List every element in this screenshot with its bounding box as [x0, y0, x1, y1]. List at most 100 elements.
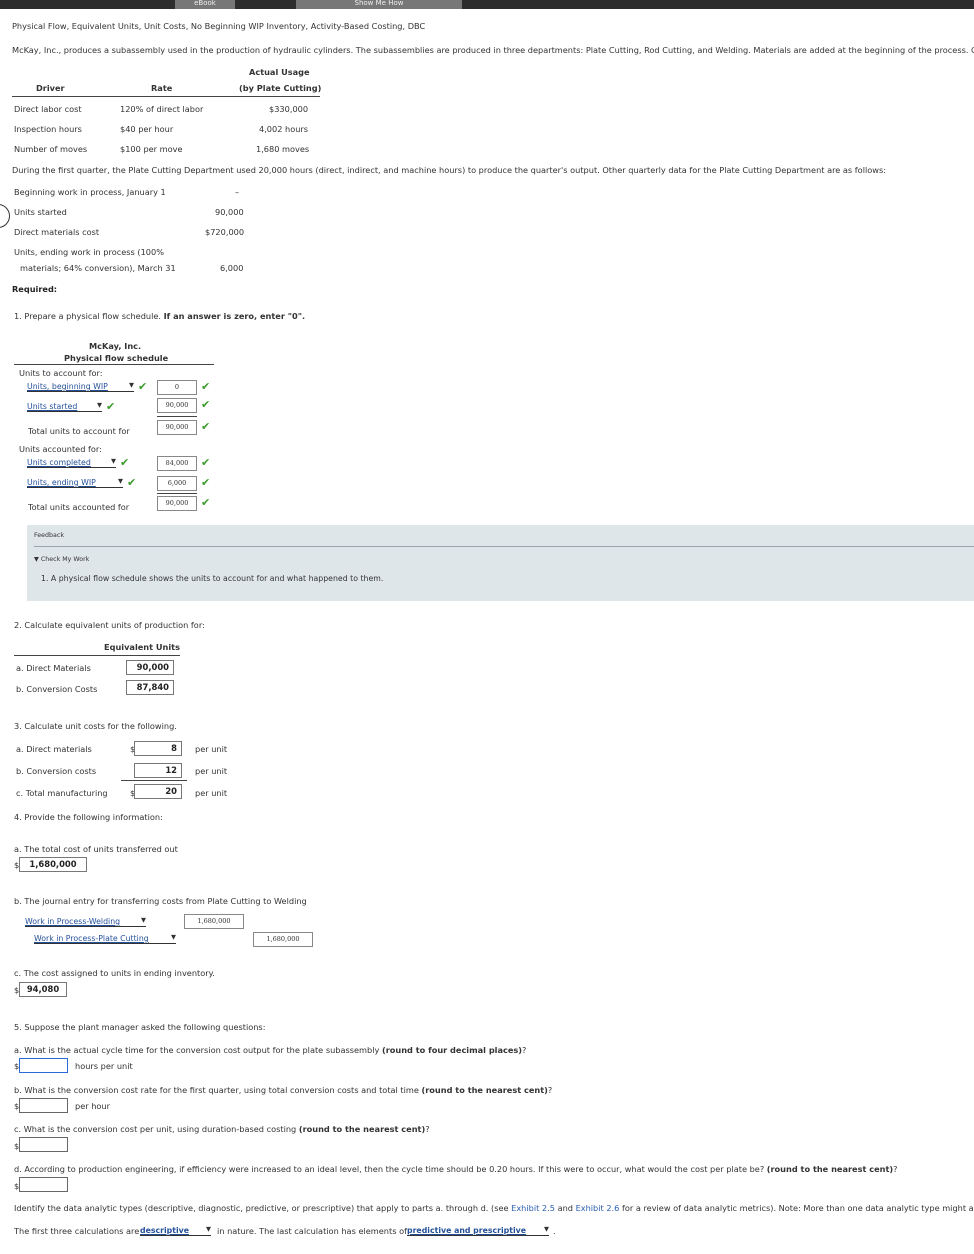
units-started-dropdown-label: Units started — [27, 402, 78, 411]
chevron-down-icon: ▼ — [206, 1225, 211, 1233]
side-circle-icon — [0, 204, 10, 228]
schedule-title: Physical flow schedule — [64, 353, 169, 363]
uc-cc-input[interactable]: 12 — [134, 763, 182, 778]
check-icon: ✔ — [106, 400, 116, 413]
total-rule — [157, 416, 197, 417]
conversion-rate-input[interactable] — [19, 1098, 68, 1113]
units-started-dropdown[interactable]: Units started ▼ — [27, 401, 102, 412]
schedule-rule — [14, 364, 214, 365]
chevron-down-icon: ▼ — [141, 916, 146, 924]
uc-total-rule — [121, 780, 187, 781]
je-credit-input[interactable]: 1,680,000 — [253, 932, 313, 947]
exhibit-2-6-link[interactable]: Exhibit 2.6 — [576, 1203, 620, 1213]
q3-prompt: 3. Calculate unit costs for the followin… — [14, 721, 177, 731]
units-beginning-wip-dropdown[interactable]: Units, beginning WIP ▼ — [27, 381, 134, 392]
per-unit-label: per unit — [195, 788, 228, 798]
units-beginning-wip-dropdown-label: Units, beginning WIP — [27, 382, 108, 391]
schedule-company: McKay, Inc. — [89, 341, 142, 351]
q4b-label: b. The journal entry for transferring co… — [14, 896, 307, 906]
ending-wip-value: 6,000 — [220, 263, 244, 273]
units-started-value: 90,000 — [215, 207, 244, 217]
col-driver: Driver — [36, 83, 65, 93]
q5b-bold: (round to the nearest cent) — [421, 1085, 548, 1095]
beg-wip-value: – — [235, 187, 240, 197]
required-label: Required: — [12, 284, 58, 294]
units-started-input[interactable]: 90,000 — [157, 398, 197, 413]
sentence-mid: in nature. The last calculation has elem… — [217, 1226, 407, 1236]
check-icon: ✔ — [201, 476, 211, 489]
q5b-suffix: ? — [547, 1085, 553, 1095]
rate-row-3: $100 per move — [120, 144, 183, 154]
last-analytics-value: predictive and prescriptive — [407, 1226, 527, 1235]
driver-row-1: Direct labor cost — [14, 104, 82, 114]
check-icon: ✔ — [127, 476, 137, 489]
exhibit-2-5-link[interactable]: Exhibit 2.5 — [511, 1203, 555, 1213]
je-debit-account-dropdown[interactable]: Work in Process-Welding ▼ — [25, 916, 146, 927]
total-accounted-input[interactable]: 90,000 — [157, 496, 197, 511]
dm-cost-value: $720,000 — [205, 227, 245, 237]
table-header-rule — [12, 96, 320, 97]
units-ending-wip-input[interactable]: 6,000 — [157, 476, 197, 491]
q5b-text: b. What is the conversion cost rate for … — [14, 1085, 419, 1095]
first-three-analytics-dropdown[interactable]: descriptive ▼ — [140, 1225, 211, 1236]
check-icon: ✔ — [120, 456, 130, 469]
last-analytics-dropdown[interactable]: predictive and prescriptive ▼ — [407, 1225, 549, 1236]
units-completed-dropdown[interactable]: Units completed ▼ — [27, 457, 116, 468]
q5c-question: c. What is the conversion cost per unit,… — [14, 1124, 430, 1134]
check-icon: ✔ — [201, 456, 211, 469]
q1-prompt-bold: If an answer is zero, enter "0". — [163, 311, 306, 321]
q5c-bold: (round to the nearest cent) — [298, 1124, 426, 1134]
ending-wip-label-1: Units, ending work in process (100% — [14, 247, 164, 257]
transferred-out-input[interactable]: 1,680,000 — [19, 857, 87, 872]
q5a-bold: (round to four decimal places) — [381, 1045, 523, 1055]
je-credit-account-dropdown[interactable]: Work in Process-Plate Cutting ▼ — [34, 933, 176, 944]
q5d-suffix: ? — [893, 1164, 898, 1174]
units-completed-input[interactable]: 84,000 — [157, 456, 197, 471]
je-credit-account-label: Work in Process-Plate Cutting — [34, 934, 149, 943]
sentence-pre: The first three calculations are — [14, 1226, 140, 1236]
uc-dm-label: a. Direct materials — [16, 744, 92, 754]
analytics-pre: Identify the data analytic types (descri… — [14, 1203, 509, 1213]
check-icon: ✔ — [201, 398, 211, 411]
ebook-tab[interactable]: eBook — [175, 0, 235, 9]
q5d-text: d. According to production engineering, … — [14, 1164, 765, 1174]
problem-title: Physical Flow, Equivalent Units, Unit Co… — [12, 21, 426, 31]
ideal-cost-per-plate-input[interactable] — [19, 1177, 68, 1192]
chevron-down-icon: ▼ — [171, 933, 176, 941]
feedback-divider — [34, 546, 974, 547]
check-icon: ✔ — [201, 380, 211, 393]
dbc-cost-per-unit-input[interactable] — [19, 1137, 68, 1152]
q1-prompt: 1. Prepare a physical flow schedule. If … — [14, 311, 305, 321]
eu-dm-input[interactable]: 90,000 — [126, 660, 174, 675]
per-unit-label: per unit — [195, 744, 228, 754]
total-rule — [157, 493, 197, 494]
rate-row-2: $40 per hour — [120, 124, 174, 134]
col-rate: Rate — [151, 83, 173, 93]
rate-row-1: 120% of direct labor — [120, 104, 204, 114]
q5a-suffix: ? — [522, 1045, 527, 1055]
show-me-how-tab[interactable]: Show Me How — [296, 0, 462, 9]
usage-row-3: 1,680 moves — [256, 144, 310, 154]
accounted-for-label: Units accounted for: — [19, 444, 102, 454]
eu-rule — [14, 655, 180, 656]
check-my-work-toggle[interactable]: ▼ Check My Work — [34, 556, 89, 563]
q4c-label: c. The cost assigned to units in ending … — [14, 968, 215, 978]
uc-tm-input[interactable]: 20 — [134, 784, 182, 799]
col-usage-line2: (by Plate Cutting) — [239, 83, 322, 93]
quarter-text: During the first quarter, the Plate Cutt… — [12, 165, 886, 175]
q5d-question: d. According to production engineering, … — [14, 1164, 897, 1174]
units-started-label: Units started — [14, 207, 67, 217]
eu-cc-label: b. Conversion Costs — [16, 684, 98, 694]
check-icon: ✔ — [201, 420, 211, 433]
q5c-text: c. What is the conversion cost per unit,… — [14, 1124, 297, 1134]
eu-cc-input[interactable]: 87,840 — [126, 680, 174, 695]
units-beginning-wip-input[interactable]: 0 — [157, 380, 197, 395]
cycle-time-input[interactable] — [19, 1058, 68, 1073]
je-debit-input[interactable]: 1,680,000 — [184, 914, 244, 929]
units-ending-wip-dropdown[interactable]: Units, ending WIP ▼ — [27, 477, 123, 488]
chevron-down-icon: ▼ — [129, 381, 134, 389]
uc-dm-input[interactable]: 8 — [134, 741, 182, 756]
total-account-input[interactable]: 90,000 — [157, 420, 197, 435]
q5b-question: b. What is the conversion cost rate for … — [14, 1085, 552, 1095]
ending-inventory-cost-input[interactable]: 94,080 — [19, 982, 67, 997]
